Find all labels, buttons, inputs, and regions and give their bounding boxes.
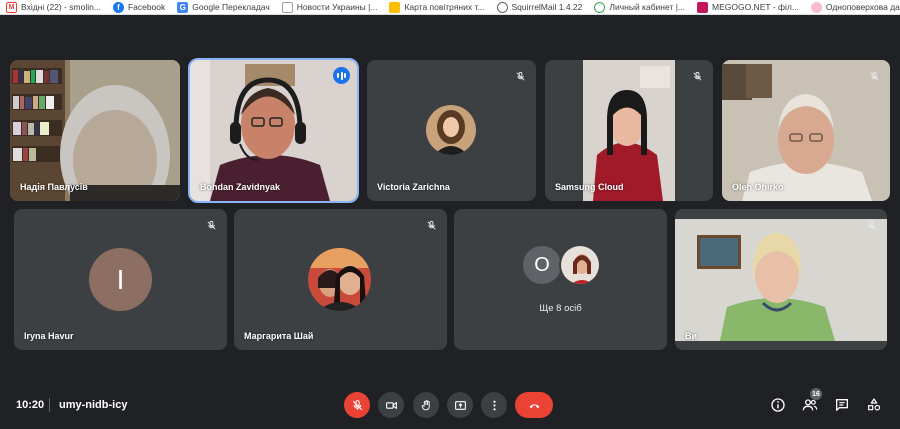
participant-name: Samsung Cloud <box>555 182 624 192</box>
bookmark-squirrelmail[interactable]: SquirrelMail 1.4.22 <box>496 0 595 14</box>
participant-avatar <box>308 248 371 311</box>
mic-off-icon <box>423 217 439 233</box>
bookmark-label: MEGOGO.NET - філ... <box>712 2 799 12</box>
participant-video <box>722 60 890 201</box>
activities-icon <box>868 398 881 411</box>
bookmark-label: Facebook <box>127 2 166 12</box>
bookmark-label: Google Перекладач <box>192 2 270 12</box>
participant-video <box>675 209 887 350</box>
participant-avatar <box>426 105 476 155</box>
participant-video <box>545 60 713 201</box>
participant-name: Маргарита Шай <box>244 331 314 341</box>
participant-video <box>10 60 180 201</box>
cabinet-icon <box>594 1 606 13</box>
facebook-icon: f <box>112 1 124 13</box>
present-icon <box>454 400 466 410</box>
megogo-icon <box>697 1 708 13</box>
participant-avatar <box>559 244 601 286</box>
mic-off-icon <box>203 217 219 233</box>
bookmark-label: Карта повітряних т... <box>404 2 485 12</box>
participant-name: Bohdan Zavidnyak <box>200 182 281 192</box>
raise-hand-button[interactable] <box>413 392 439 418</box>
bookmark-label: Новости Украины |... <box>296 2 378 12</box>
microphone-toggle-button[interactable] <box>344 392 370 418</box>
more-options-button[interactable] <box>481 392 507 418</box>
map-icon <box>389 1 401 13</box>
camera-icon <box>385 401 397 409</box>
meeting-time: 10:20 <box>16 399 45 411</box>
participant-name: Ви <box>685 331 698 341</box>
participant-name: Iryna Havur <box>24 331 74 341</box>
mic-off-icon <box>689 68 705 84</box>
more-participants-label: Ще 8 осіб <box>539 303 582 314</box>
bookmark-label: Вхідні (22) - smolin... <box>21 2 101 12</box>
participant-name: Oleh Ohirko <box>732 182 784 192</box>
participant-tile[interactable]: Samsung Cloud <box>545 60 713 201</box>
camera-toggle-button[interactable] <box>378 392 404 418</box>
participant-tile[interactable]: Oleh Ohirko <box>722 60 890 201</box>
meeting-controls-bar: 10:20 umy-nidb-icy 16 <box>0 386 900 424</box>
participant-tile[interactable]: Надія Павлусів <box>10 60 180 201</box>
mic-off-icon <box>863 217 879 233</box>
participant-name: Надія Павлусів <box>20 182 88 192</box>
hang-up-icon <box>529 403 539 408</box>
google-translate-icon: G <box>177 1 189 13</box>
house-icon <box>810 1 822 13</box>
gmail-icon: M <box>6 1 17 13</box>
chat-icon <box>836 399 848 411</box>
participant-name: Victoria Zarichna <box>377 182 450 192</box>
bookmark-cabinet[interactable]: Личный кабинет |... <box>594 0 697 14</box>
divider <box>49 398 50 412</box>
hand-icon <box>421 399 430 410</box>
participant-tile[interactable]: Victoria Zarichna <box>367 60 536 201</box>
participant-tile[interactable]: I Iryna Havur <box>14 209 227 350</box>
meeting-details-button[interactable] <box>769 396 787 414</box>
more-participants-tile[interactable]: O Ще 8 осіб <box>454 209 667 350</box>
bookmark-label: SquirrelMail 1.4.22 <box>511 2 583 12</box>
more-vert-icon <box>492 400 496 410</box>
bookmarks-bar: M Вхідні (22) - smolin... f Facebook G G… <box>0 0 900 15</box>
meeting-code: umy-nidb-icy <box>59 399 128 411</box>
mic-off-icon <box>352 399 362 410</box>
bookmark-label: Одноповерхова да... <box>825 2 900 12</box>
participant-avatar: I <box>89 248 152 311</box>
bookmark-map[interactable]: Карта повітряних т... <box>389 0 496 14</box>
news-icon <box>281 1 293 13</box>
bookmark-megogo[interactable]: MEGOGO.NET - філ... <box>697 0 811 14</box>
self-view-tile[interactable]: Ви <box>675 209 887 350</box>
participant-count-badge: 16 <box>810 388 822 400</box>
bookmark-label: Личный кабинет |... <box>609 2 685 12</box>
chat-button[interactable] <box>833 396 851 414</box>
activities-button[interactable] <box>865 396 883 414</box>
participant-avatar: O <box>521 244 563 286</box>
leave-call-button[interactable] <box>515 392 553 418</box>
bookmark-news[interactable]: Новости Украины |... <box>281 0 390 14</box>
info-icon <box>771 398 785 412</box>
bookmark-google-translate[interactable]: G Google Перекладач <box>177 0 282 14</box>
participant-tile-active-speaker[interactable]: Bohdan Zavidnyak <box>188 58 359 203</box>
participant-tile[interactable]: Маргарита Шай <box>234 209 447 350</box>
participant-video <box>190 60 357 201</box>
bookmark-house[interactable]: Одноповерхова да... <box>810 0 900 14</box>
bookmark-gmail[interactable]: M Вхідні (22) - smolin... <box>6 0 113 14</box>
mic-off-icon <box>866 68 882 84</box>
mic-off-icon <box>512 68 528 84</box>
present-screen-button[interactable] <box>447 392 473 418</box>
bookmark-facebook[interactable]: f Facebook <box>112 0 177 14</box>
speaking-indicator-icon <box>333 67 350 84</box>
squirrelmail-icon <box>496 1 508 13</box>
